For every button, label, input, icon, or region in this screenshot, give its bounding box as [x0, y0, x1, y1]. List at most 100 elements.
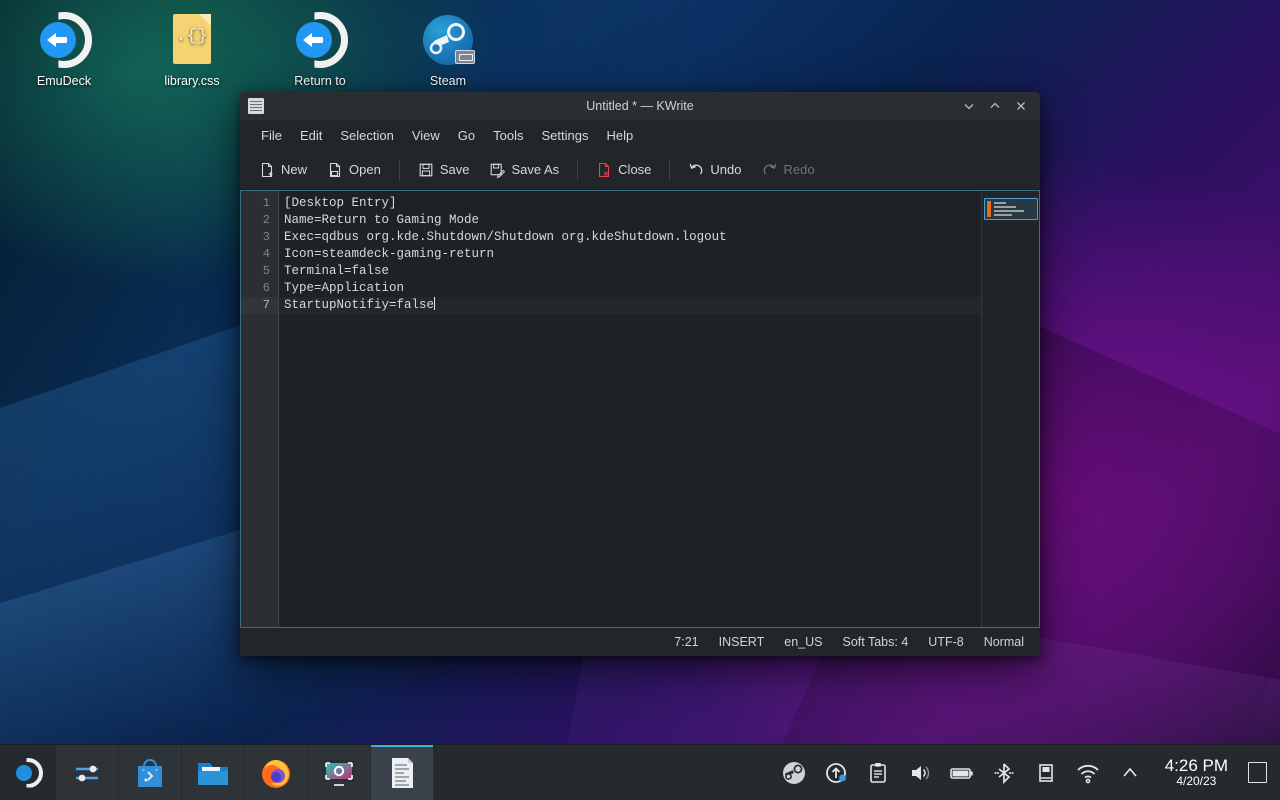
line-number: 3 [241, 229, 278, 246]
new-button[interactable]: New [250, 157, 316, 183]
save-button[interactable]: Save [409, 157, 479, 183]
line-number: 6 [241, 280, 278, 297]
desktop[interactable]: EmuDeck .{} library.css Return to Steam [0, 0, 1280, 800]
sliders-icon [69, 755, 105, 791]
task-spectacle[interactable] [308, 745, 370, 800]
css-file-icon: .{} [164, 12, 220, 68]
show-desktop-icon[interactable] [1242, 745, 1272, 800]
editor-area[interactable]: 1 2 3 4 5 6 7 [Desktop Entry] Name=Retur… [240, 190, 1040, 628]
tab-setting[interactable]: Soft Tabs: 4 [842, 635, 908, 649]
spellcheck-language[interactable]: en_US [784, 635, 822, 649]
taskbar[interactable]: 4:26 PM 4/20/23 [0, 744, 1280, 800]
redo-button: Redo [753, 157, 824, 183]
line-number: 2 [241, 212, 278, 229]
menubar[interactable]: File Edit Selection View Go Tools Settin… [240, 120, 1040, 150]
highlight-mode[interactable]: Normal [984, 635, 1024, 649]
kwrite-window[interactable]: Untitled * — KWrite File Edit Selection … [240, 92, 1040, 656]
menu-go[interactable]: Go [449, 124, 484, 147]
open-folder-icon [327, 162, 343, 178]
undo-button-label: Undo [710, 162, 741, 177]
line-number: 5 [241, 263, 278, 280]
toolbar[interactable]: New Open Save Save As [240, 150, 1040, 190]
menu-edit[interactable]: Edit [291, 124, 331, 147]
tray-bluetooth-icon[interactable] [983, 745, 1025, 800]
code-line: Type=Application [279, 280, 981, 297]
save-as-button[interactable]: Save As [480, 157, 568, 183]
input-mode[interactable]: INSERT [719, 635, 765, 649]
return-arrow-icon [292, 12, 348, 68]
text-cursor [434, 297, 435, 310]
task-discover[interactable] [119, 745, 181, 800]
desktop-icon-library-css[interactable]: .{} library.css [144, 12, 240, 88]
modified-lines-marker [987, 201, 991, 217]
menu-selection[interactable]: Selection [331, 124, 402, 147]
application-launcher-icon[interactable] [0, 745, 56, 800]
window-titlebar[interactable]: Untitled * — KWrite [240, 92, 1040, 120]
firefox-icon [258, 755, 294, 791]
tray-clipboard-icon[interactable] [857, 745, 899, 800]
menu-view[interactable]: View [403, 124, 449, 147]
task-list[interactable] [56, 745, 434, 800]
text-editor-content[interactable]: [Desktop Entry] Name=Return to Gaming Mo… [279, 191, 981, 627]
task-system-settings[interactable] [56, 745, 118, 800]
close-document-icon [596, 162, 612, 178]
code-line: Name=Return to Gaming Mode [279, 212, 981, 229]
system-tray[interactable]: 4:26 PM 4/20/23 [773, 745, 1280, 800]
floppy-disk-icon [418, 162, 434, 178]
document-icon [248, 98, 264, 114]
close-button[interactable]: Close [587, 157, 660, 183]
desktop-icon-steam[interactable]: Steam [400, 12, 496, 88]
minimap-scrollbar[interactable] [981, 191, 1039, 627]
tray-chevron-up-icon[interactable] [1109, 745, 1151, 800]
close-icon[interactable] [1008, 93, 1034, 119]
save-button-label: Save [440, 162, 470, 177]
tray-usb-drive-icon[interactable] [1025, 745, 1067, 800]
tray-speaker-icon[interactable] [899, 745, 941, 800]
menu-settings[interactable]: Settings [533, 124, 598, 147]
shopping-bag-icon [132, 755, 168, 791]
return-arrow-icon [36, 12, 92, 68]
line-number: 7 [241, 297, 278, 314]
code-line-current: StartupNotifiy=false [279, 297, 981, 314]
tray-wifi-icon[interactable] [1067, 745, 1109, 800]
code-line: Terminal=false [279, 263, 981, 280]
tray-steam-icon[interactable] [773, 745, 815, 800]
tray-update-arrow-icon[interactable] [815, 745, 857, 800]
menu-tools[interactable]: Tools [484, 124, 532, 147]
maximize-icon[interactable] [982, 93, 1008, 119]
open-button[interactable]: Open [318, 157, 390, 183]
task-kwrite[interactable] [371, 745, 433, 800]
window-title: Untitled * — KWrite [240, 99, 1040, 113]
task-firefox[interactable] [245, 745, 307, 800]
clock-time: 4:26 PM [1165, 756, 1228, 776]
redo-button-label: Redo [784, 162, 815, 177]
desktop-icon-label: Steam [400, 74, 496, 88]
tray-battery-icon[interactable] [941, 745, 983, 800]
desktop-icon-label: Return to [272, 74, 368, 88]
toolbar-separator [669, 159, 670, 181]
minimap-thumb[interactable] [984, 198, 1038, 220]
desktop-icon-label: EmuDeck [16, 74, 112, 88]
undo-button[interactable]: Undo [679, 157, 750, 183]
code-line: Icon=steamdeck-gaming-return [279, 246, 981, 263]
steam-icon [420, 12, 476, 68]
line-number-gutter: 1 2 3 4 5 6 7 [241, 191, 279, 627]
encoding[interactable]: UTF-8 [928, 635, 963, 649]
code-line-text: StartupNotifiy=false [284, 298, 434, 312]
menu-file[interactable]: File [252, 124, 291, 147]
cursor-position[interactable]: 7:21 [674, 635, 698, 649]
document-icon [384, 755, 420, 791]
desktop-icon-return-to[interactable]: Return to [272, 12, 368, 88]
desktop-icon-emudeck[interactable]: EmuDeck [16, 12, 112, 88]
screenshot-icon [321, 755, 357, 791]
clock-date: 4/20/23 [1165, 775, 1228, 789]
task-dolphin-file-manager[interactable] [182, 745, 244, 800]
statusbar[interactable]: 7:21 INSERT en_US Soft Tabs: 4 UTF-8 Nor… [240, 628, 1040, 656]
menu-help[interactable]: Help [597, 124, 642, 147]
clock[interactable]: 4:26 PM 4/20/23 [1151, 756, 1242, 789]
code-line: [Desktop Entry] [279, 195, 981, 212]
minimize-icon[interactable] [956, 93, 982, 119]
desktop-icon-label: library.css [144, 74, 240, 88]
save-as-button-label: Save As [511, 162, 559, 177]
code-line: Exec=qdbus org.kde.Shutdown/Shutdown org… [279, 229, 981, 246]
